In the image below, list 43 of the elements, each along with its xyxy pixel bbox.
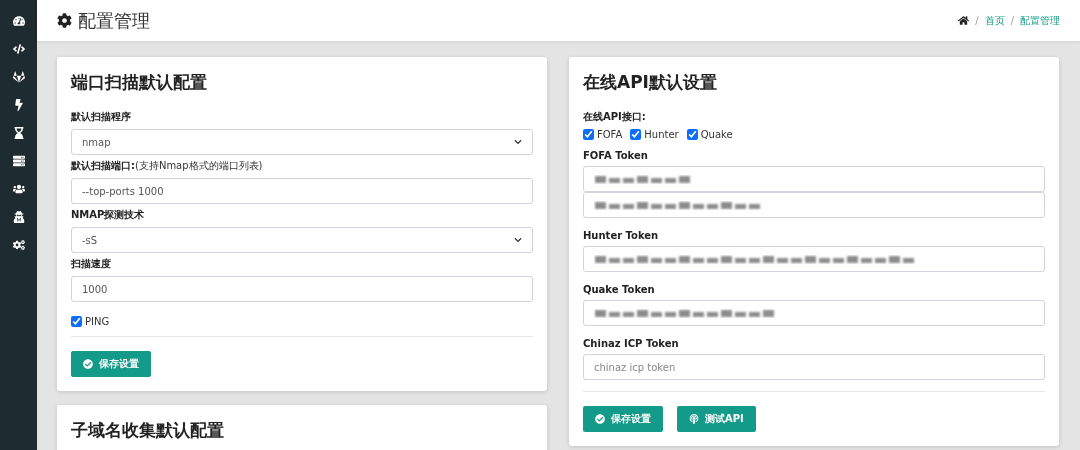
- input-field[interactable]: [583, 300, 1045, 326]
- field-label: 在线API接口:: [583, 110, 646, 124]
- breadcrumb-separator: /: [975, 15, 979, 26]
- input-field[interactable]: --top-ports 1000: [71, 178, 533, 204]
- chevron-down-icon: [514, 138, 522, 146]
- card-title: 在线API默认设置: [583, 71, 718, 94]
- podcast-icon: [689, 414, 699, 424]
- checkbox[interactable]: [686, 129, 698, 140]
- test-api-button[interactable]: 测试API: [677, 406, 756, 432]
- breadcrumb-link[interactable]: 首页: [984, 13, 1005, 28]
- field-label: 默认扫描程序: [71, 110, 131, 124]
- input-field[interactable]: 1000: [71, 276, 533, 302]
- checkbox-label: Hunter: [644, 129, 679, 140]
- checkbox-label: FOFA: [597, 129, 623, 140]
- card-title: 端口扫描默认配置: [71, 71, 208, 94]
- page-title: 配置管理: [78, 8, 150, 33]
- input-field[interactable]: chinaz icp token: [583, 354, 1045, 380]
- field-label: FOFA Token: [583, 150, 648, 161]
- breadcrumb-link[interactable]: 配置管理: [1020, 13, 1060, 28]
- field-label: Quake Token: [583, 284, 655, 295]
- select-field[interactable]: nmap: [71, 129, 533, 155]
- input-field[interactable]: [583, 192, 1045, 218]
- card-title: 子域名收集默认配置: [71, 419, 225, 442]
- field-hint: (支持Nmap格式的端口列表): [135, 159, 263, 173]
- chevron-down-icon: [514, 236, 522, 244]
- home-icon[interactable]: [958, 15, 970, 26]
- field-label: 扫描速度: [71, 257, 111, 271]
- field-label: 默认扫描端口:: [71, 159, 135, 173]
- checkbox[interactable]: [71, 316, 82, 327]
- breadcrumb-separator: /: [1010, 15, 1014, 26]
- checkbox[interactable]: [583, 129, 594, 140]
- save-button[interactable]: 保存设置: [71, 351, 151, 377]
- field-label: Chinaz ICP Token: [583, 338, 679, 349]
- field-label: NMAP探测技术: [71, 208, 145, 222]
- select-field[interactable]: -sS: [71, 227, 533, 253]
- checkbox-label: PING: [85, 316, 110, 327]
- checkbox[interactable]: [630, 129, 642, 140]
- field-label: Hunter Token: [583, 230, 659, 241]
- checkbox-label: Quake: [700, 129, 733, 140]
- input-field[interactable]: [583, 166, 1045, 192]
- input-field[interactable]: [583, 246, 1045, 272]
- settings-icon: [57, 13, 72, 28]
- save-button[interactable]: 保存设置: [583, 406, 663, 432]
